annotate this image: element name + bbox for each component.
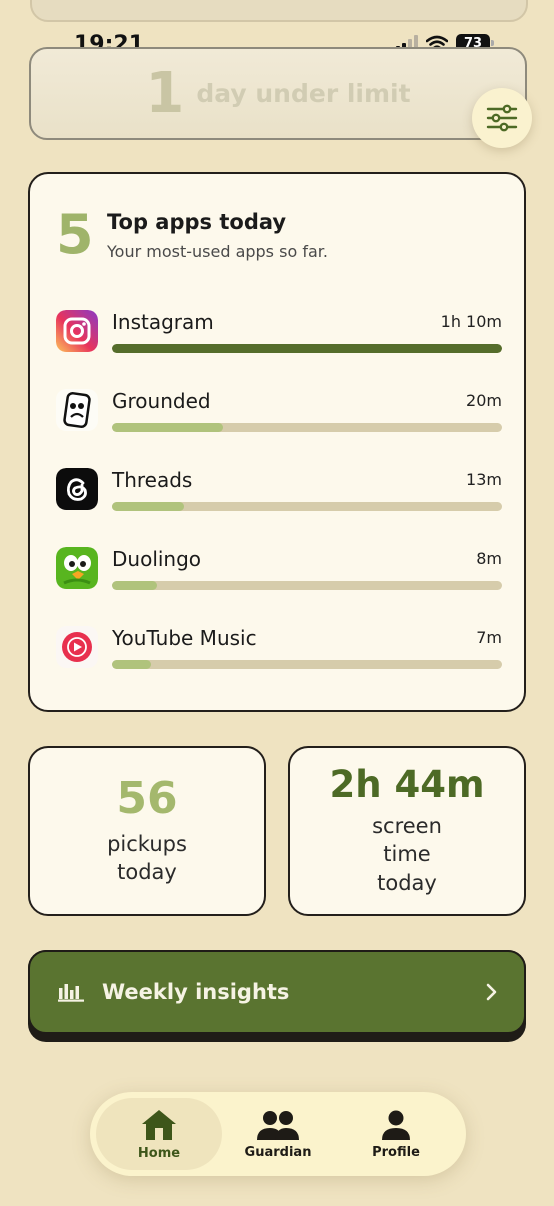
app-name: YouTube Music — [112, 626, 257, 650]
instagram-icon — [56, 310, 98, 352]
app-name: Grounded — [112, 389, 211, 413]
app-name: Instagram — [112, 310, 214, 334]
streak-card: 1 day under limit — [29, 47, 527, 140]
app-name: Duolingo — [112, 547, 202, 571]
threads-icon — [56, 468, 98, 510]
screen-time-label-line: time — [383, 842, 431, 867]
bottom-nav: Home Guardian Profile — [90, 1092, 466, 1176]
chevron-right-icon — [486, 983, 497, 1001]
home-icon — [142, 1109, 176, 1140]
top-apps-card: 5 Top apps today Your most-used apps so … — [28, 172, 526, 712]
youtube-music-icon — [56, 626, 98, 668]
pickups-value: 56 — [116, 773, 178, 825]
usage-bar — [112, 502, 502, 511]
screen-time-card: 2h 44m screen time today — [288, 746, 526, 916]
app-time: 1h 10m — [440, 312, 502, 331]
nav-home[interactable]: Home — [96, 1098, 222, 1170]
nav-guardian-label: Guardian — [244, 1144, 312, 1160]
app-name: Threads — [112, 468, 193, 492]
pickups-card: 56 pickups today — [28, 746, 266, 916]
profile-icon — [382, 1110, 410, 1140]
screen-time-label-line: screen — [372, 813, 442, 838]
weekly-insights-shadow: Weekly insights — [28, 950, 526, 1042]
app-row-instagram[interactable]: Instagram 1h 10m — [54, 310, 502, 370]
app-time: 8m — [476, 549, 502, 568]
nav-profile[interactable]: Profile — [333, 1098, 459, 1170]
usage-bar — [112, 344, 502, 353]
usage-bar-fill — [112, 423, 224, 432]
duolingo-icon — [56, 547, 98, 589]
grounded-icon — [56, 389, 98, 431]
usage-bar-fill — [112, 660, 151, 669]
usage-bar-fill — [112, 344, 502, 353]
pickups-label-line: today — [117, 860, 177, 885]
usage-bar — [112, 581, 502, 590]
pickups-label: pickups today — [107, 830, 187, 887]
usage-bar-fill — [112, 581, 157, 590]
top-apps-subtitle: Your most-used apps so far. — [107, 242, 328, 261]
app-row-duolingo[interactable]: Duolingo 8m — [54, 547, 502, 607]
usage-bar — [112, 660, 502, 669]
app-row-grounded[interactable]: Grounded 20m — [54, 389, 502, 449]
usage-bar-fill — [112, 502, 185, 511]
pickups-label-line: pickups — [107, 831, 187, 856]
top-apps-title: Top apps today — [107, 210, 287, 234]
usage-bar — [112, 423, 502, 432]
app-time: 13m — [466, 470, 502, 489]
screen-time-label-line: today — [377, 870, 437, 895]
weekly-insights-button[interactable]: Weekly insights — [28, 950, 526, 1034]
app-time: 7m — [476, 628, 502, 647]
app-row-youtube-music[interactable]: YouTube Music 7m — [54, 626, 502, 686]
streak-label: day under limit — [196, 79, 411, 108]
bar-chart-icon — [58, 984, 84, 1002]
sliders-icon — [486, 104, 518, 132]
nav-guardian[interactable]: Guardian — [215, 1098, 341, 1170]
app-time: 20m — [466, 391, 502, 410]
nav-profile-label: Profile — [372, 1144, 420, 1160]
screen-time-value: 2h 44m — [329, 763, 485, 807]
guardian-icon — [257, 1110, 299, 1140]
nav-home-label: Home — [137, 1145, 181, 1161]
screen-time-label: screen time today — [372, 812, 442, 897]
previous-card-edge — [30, 0, 528, 22]
filter-button[interactable] — [472, 88, 532, 148]
weekly-insights-label: Weekly insights — [102, 980, 290, 1004]
app-row-threads[interactable]: Threads 13m — [54, 468, 502, 528]
top-apps-count: 5 — [56, 203, 94, 266]
streak-number: 1 — [145, 60, 185, 126]
